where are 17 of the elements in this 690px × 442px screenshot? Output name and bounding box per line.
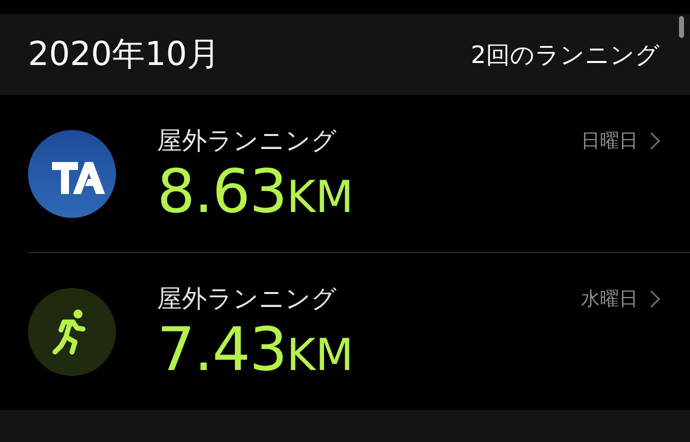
workout-title: 屋外ランニング — [157, 283, 337, 315]
distance-unit: KM — [286, 172, 354, 223]
run-count: 2回のランニング — [470, 40, 660, 70]
section-title: 2020年10月 — [28, 33, 220, 75]
logo-icon — [28, 130, 116, 218]
workout-day: 日曜日 — [581, 128, 638, 154]
distance-value: 7.43 — [157, 315, 287, 385]
workout-title: 屋外ランニング — [157, 125, 337, 157]
chevron-icon — [650, 132, 660, 150]
distance-unit: KM — [286, 330, 354, 381]
workout-day: 水曜日 — [581, 286, 638, 312]
runner-icon — [28, 288, 116, 376]
chevron-icon — [650, 290, 660, 308]
workout-row[interactable]: 屋外ランニング 日曜日 8.63KM — [28, 95, 690, 253]
distance-value: 8.63 — [157, 157, 287, 227]
scroll-indicator — [679, 16, 684, 38]
workout-row[interactable]: 屋外ランニング 水曜日 7.43KM — [28, 253, 690, 410]
